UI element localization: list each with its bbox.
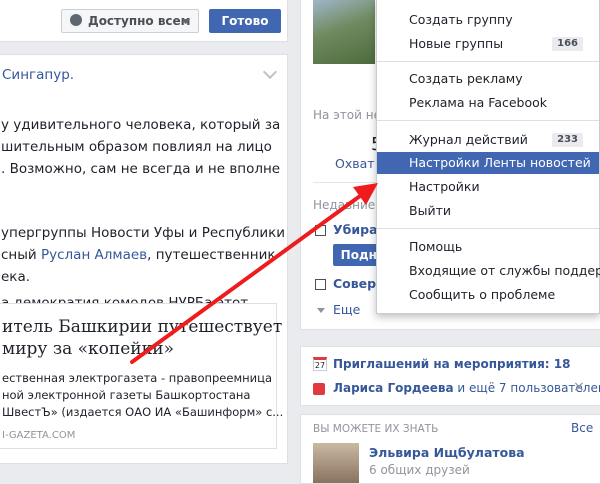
menu-item-label: Создать группу xyxy=(409,12,513,27)
calendar-day: 27 xyxy=(314,361,326,370)
link-preview[interactable]: итель Башкирии путешествует миру за «коп… xyxy=(0,303,283,449)
menu-item-create-ad[interactable]: Создать рекламу xyxy=(377,68,599,90)
avatar[interactable] xyxy=(313,443,359,483)
post-line-suffix: , путешественник xyxy=(147,247,276,263)
calendar-icon: 27 xyxy=(313,357,327,371)
menu-divider xyxy=(377,61,599,62)
menu-item-label: Сообщить о проблеме xyxy=(409,287,556,302)
birthday-line: Лариса Гордеева и ещё 7 пользователей xyxy=(333,381,600,395)
post-options-chevron-icon[interactable] xyxy=(262,64,278,80)
preview-desc-line: ной электронной газеты Башкортостана xyxy=(2,388,251,402)
pymk-mutual: 6 общих друзей xyxy=(369,463,470,477)
count-badge: 166 xyxy=(552,37,583,51)
post-location[interactable]: Сингапур. xyxy=(2,67,74,83)
edit-icon xyxy=(315,225,326,236)
done-button[interactable]: Готово xyxy=(209,9,281,33)
pymk-header: ВЫ МОЖЕТЕ ИХ ЗНАТЬ xyxy=(313,423,439,435)
close-icon[interactable]: × xyxy=(573,379,585,395)
menu-item-label: Реклама на Facebook xyxy=(409,95,548,110)
count-badge: 233 xyxy=(552,133,583,147)
menu-item-label: Помощь xyxy=(409,239,463,254)
event-invites-link[interactable]: Приглашений на мероприятия: 18 xyxy=(333,357,570,371)
globe-icon xyxy=(70,14,82,26)
post-line: ека. xyxy=(1,269,31,285)
pymk-person-name[interactable]: Эльвира Ищбулатова xyxy=(369,445,525,460)
edit-icon xyxy=(315,279,326,290)
menu-item-settings[interactable]: Настройки xyxy=(377,176,599,198)
menu-item-support-inbox[interactable]: Входящие от службы поддержк xyxy=(377,260,600,282)
menu-item-label: Настройки Ленты новостей xyxy=(409,155,591,170)
menu-item-facebook-ads[interactable]: Реклама на Facebook xyxy=(377,92,599,114)
menu-item-create-group[interactable]: Создать группу xyxy=(377,9,599,31)
menu-item-label: Настройки xyxy=(409,179,480,194)
post-card: Сингапур. у удивительного человека, кото… xyxy=(0,54,288,464)
more-link[interactable]: Еще xyxy=(333,302,360,317)
preview-desc-line: ШвестЪ» (издается ОАО ИА «Башинформ» с..… xyxy=(2,405,284,419)
see-all-link[interactable]: Все xyxy=(571,421,593,435)
chevron-down-icon xyxy=(317,308,325,313)
menu-item-label: Входящие от службы поддержк xyxy=(409,263,600,278)
chevron-down-icon xyxy=(182,19,190,24)
menu-item-label: Создать рекламу xyxy=(409,71,523,86)
post-line: упергруппы Новости Уфы и Республики xyxy=(1,225,286,241)
menu-item-new-groups[interactable]: Новые группы 166 xyxy=(377,33,599,55)
post-line-prefix: сный xyxy=(1,247,41,263)
menu-item-activity-log[interactable]: Журнал действий 233 xyxy=(377,129,599,151)
privacy-selector[interactable]: Доступно всем xyxy=(61,9,199,33)
preview-domain: I-GAZETA.COM xyxy=(2,430,76,441)
composer-card: Доступно всем Готово xyxy=(0,0,288,42)
menu-item-news-feed-preferences[interactable]: Настройки Ленты новостей xyxy=(377,152,599,174)
account-dropdown-menu: Создать группу Новые группы 166 Создать р… xyxy=(376,0,600,314)
menu-item-label: Новые группы xyxy=(409,36,504,51)
birthday-name-link[interactable]: Лариса Гордеева xyxy=(333,381,454,395)
menu-item-report-problem[interactable]: Сообщить о проблеме xyxy=(377,284,599,306)
preview-description: ественная электрогазета - правопреемница… xyxy=(2,370,283,421)
menu-item-help[interactable]: Помощь xyxy=(377,236,599,258)
post-body: у удивительного человека, который за шит… xyxy=(1,115,289,335)
menu-item-label: Выйти xyxy=(409,203,451,218)
page-cover-image[interactable] xyxy=(313,0,375,64)
post-line: сный Руслан Алмаев, путешественник xyxy=(1,245,276,265)
post-line: шительным образом повлиял на лицо xyxy=(1,139,272,155)
gift-icon xyxy=(313,383,325,395)
menu-divider xyxy=(377,120,599,121)
events-card: 27 Приглашений на мероприятия: 18 Лариса… xyxy=(300,346,600,406)
preview-title-line: итель Башкирии путешествует xyxy=(2,317,283,337)
post-line: . Возможно, сам не всегда и не вполне xyxy=(1,161,281,177)
menu-item-log-out[interactable]: Выйти xyxy=(377,200,599,222)
preview-desc-line: ественная электрогазета - правопреемница xyxy=(2,371,273,385)
menu-item-label: Журнал действий xyxy=(409,132,528,147)
author-link[interactable]: Руслан Алмаев xyxy=(41,247,147,263)
preview-title-line: миру за «копейки» xyxy=(2,339,174,359)
privacy-label: Доступно всем xyxy=(88,14,191,28)
menu-divider xyxy=(377,228,599,229)
post-line: у удивительного человека, который за xyxy=(1,117,281,133)
pymk-card: ВЫ МОЖЕТЕ ИХ ЗНАТЬ Все Эльвира Ищбулатов… xyxy=(300,414,600,484)
preview-title: итель Башкирии путешествует миру за «коп… xyxy=(2,316,282,360)
